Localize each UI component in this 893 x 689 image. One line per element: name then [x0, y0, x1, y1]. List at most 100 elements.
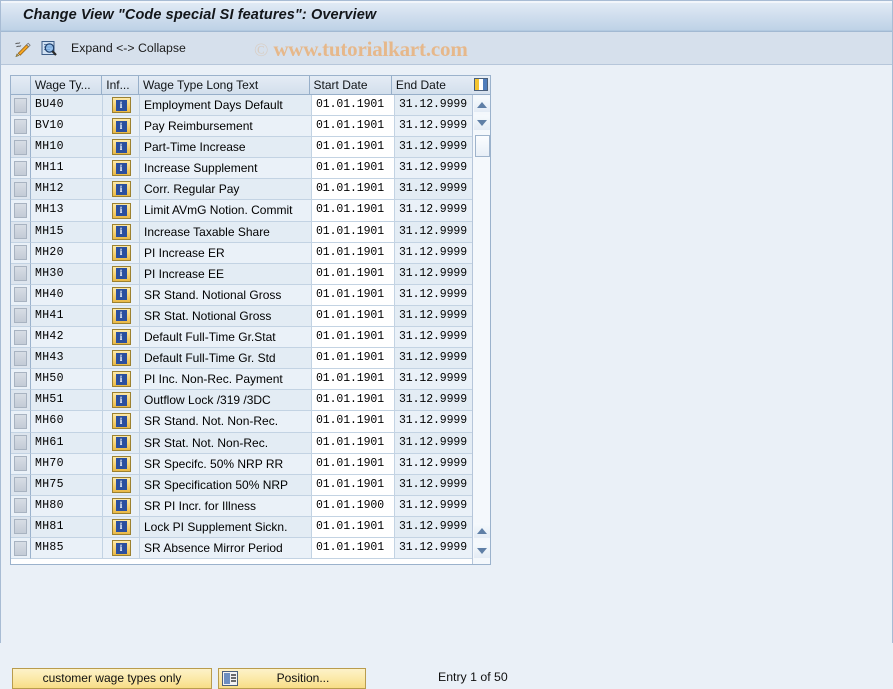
cell-end-date[interactable]: 31.12.9999 — [395, 516, 472, 538]
cell-start-date[interactable]: 01.01.1901 — [312, 348, 395, 370]
table-row[interactable]: MH60 i SR Stand. Not. Non-Rec. 01.01.1901 31… — [11, 411, 472, 433]
row-select-cell[interactable] — [11, 221, 31, 243]
cell-wage-type[interactable]: MH75 — [31, 474, 103, 496]
cell-long-text[interactable]: Limit AVmG Notion. Commit — [140, 200, 312, 222]
scrollbar-thumb[interactable] — [475, 135, 490, 157]
cell-long-text[interactable]: Increase Supplement — [140, 158, 312, 180]
column-header-long-text[interactable]: Wage Type Long Text — [138, 76, 310, 95]
info-icon[interactable]: i — [111, 244, 131, 261]
table-row[interactable]: MH75 i SR Specification 50% NRP 01.01.1901 3… — [11, 474, 472, 496]
table-row[interactable]: MH70 i SR Specifc. 50% NRP RR 01.01.1901 31.… — [11, 453, 472, 475]
table-row[interactable]: MH43 i Default Full-Time Gr. Std 01.01.1901… — [11, 348, 472, 370]
cell-wage-type[interactable]: MH13 — [31, 200, 103, 222]
row-select-cell[interactable] — [11, 453, 31, 475]
info-icon[interactable]: i — [111, 139, 131, 156]
table-row[interactable]: BU40 i Employment Days Default 01.01.1901 31… — [11, 95, 472, 117]
cell-wage-type[interactable]: MH40 — [31, 284, 103, 306]
cell-start-date[interactable]: 01.01.1901 — [312, 158, 395, 180]
info-icon[interactable]: i — [111, 540, 131, 557]
info-icon[interactable]: i — [111, 455, 131, 472]
info-icon[interactable]: i — [111, 350, 131, 367]
row-select-cell[interactable] — [11, 348, 31, 370]
cell-end-date[interactable]: 31.12.9999 — [395, 221, 472, 243]
row-select-cell[interactable] — [11, 474, 31, 496]
row-select-cell[interactable] — [11, 200, 31, 222]
row-select-cell[interactable] — [11, 432, 31, 454]
table-row[interactable]: MH10 i Part-Time Increase 01.01.1901 31.12.9… — [11, 137, 472, 159]
info-icon[interactable]: i — [111, 160, 131, 177]
table-row[interactable]: MH40 i SR Stand. Notional Gross 01.01.1901 3… — [11, 284, 472, 306]
scroll-page-down-arrow-icon[interactable] — [474, 543, 490, 558]
cell-start-date[interactable]: 01.01.1901 — [312, 411, 395, 433]
table-row[interactable]: MH30 i PI Increase EE 01.01.1901 31.12.9999 — [11, 263, 472, 285]
cell-wage-type[interactable]: MH11 — [31, 158, 103, 180]
cell-start-date[interactable]: 01.01.1901 — [312, 474, 395, 496]
cell-wage-type[interactable]: MH12 — [31, 179, 103, 201]
cell-start-date[interactable]: 01.01.1901 — [312, 390, 395, 412]
cell-start-date[interactable]: 01.01.1901 — [312, 453, 395, 475]
cell-start-date[interactable]: 01.01.1901 — [312, 137, 395, 159]
scroll-up-arrow-icon[interactable] — [474, 97, 490, 112]
table-row[interactable]: BV10 i Pay Reimbursement 01.01.1901 31.12.99… — [11, 116, 472, 138]
table-vertical-scrollbar[interactable] — [472, 95, 490, 564]
position-button[interactable]: Position... — [218, 668, 366, 689]
table-row[interactable]: MH51 i Outflow Lock /319 /3DC 01.01.1901 31.… — [11, 390, 472, 412]
info-icon[interactable]: i — [111, 181, 131, 198]
info-icon[interactable]: i — [111, 118, 131, 135]
info-icon[interactable]: i — [111, 97, 131, 114]
table-row[interactable]: MH12 i Corr. Regular Pay 01.01.1901 31.12.99… — [11, 179, 472, 201]
info-icon[interactable]: i — [111, 371, 131, 388]
table-row[interactable]: MH85 i SR Absence Mirror Period 01.01.1901 3… — [11, 537, 472, 560]
table-row[interactable]: MH20 i PI Increase ER 01.01.1901 31.12.9999 — [11, 242, 472, 264]
cell-wage-type[interactable]: MH30 — [31, 263, 103, 285]
cell-wage-type[interactable]: MH51 — [31, 390, 103, 412]
table-row[interactable]: MH15 i Increase Taxable Share 01.01.1901 31.… — [11, 221, 472, 243]
row-select-cell[interactable] — [11, 158, 31, 180]
info-icon[interactable]: i — [111, 476, 131, 493]
cell-wage-type[interactable]: MH81 — [31, 516, 103, 538]
cell-long-text[interactable]: SR Stand. Not. Non-Rec. — [140, 411, 312, 433]
cell-end-date[interactable]: 31.12.9999 — [395, 137, 472, 159]
row-select-cell[interactable] — [11, 537, 31, 560]
cell-long-text[interactable]: Default Full-Time Gr.Stat — [140, 327, 312, 349]
cell-wage-type[interactable]: MH20 — [31, 242, 103, 264]
info-icon[interactable]: i — [111, 413, 131, 430]
cell-start-date[interactable]: 01.01.1901 — [312, 242, 395, 264]
cell-end-date[interactable]: 31.12.9999 — [395, 200, 472, 222]
customer-wage-types-only-button[interactable]: customer wage types only — [12, 668, 212, 689]
search-document-icon[interactable] — [39, 39, 59, 58]
table-row[interactable]: MH81 i Lock PI Supplement Sickn. 01.01.1901… — [11, 516, 472, 538]
table-row[interactable]: MH11 i Increase Supplement 01.01.1901 31.12.… — [11, 158, 472, 180]
cell-start-date[interactable]: 01.01.1901 — [312, 179, 395, 201]
cell-start-date[interactable]: 01.01.1901 — [312, 327, 395, 349]
edit-pencil-icon[interactable] — [13, 39, 33, 58]
cell-long-text[interactable]: Part-Time Increase — [140, 137, 312, 159]
cell-wage-type[interactable]: MH61 — [31, 432, 103, 454]
column-header-end-date[interactable]: End Date — [391, 76, 473, 95]
cell-long-text[interactable]: PI Inc. Non-Rec. Payment — [140, 369, 312, 391]
cell-end-date[interactable]: 31.12.9999 — [395, 495, 472, 517]
cell-end-date[interactable]: 31.12.9999 — [395, 390, 472, 412]
cell-end-date[interactable]: 31.12.9999 — [395, 348, 472, 370]
table-row[interactable]: MH42 i Default Full-Time Gr.Stat 01.01.1901… — [11, 327, 472, 349]
info-icon[interactable]: i — [111, 497, 131, 514]
cell-end-date[interactable]: 31.12.9999 — [395, 327, 472, 349]
row-select-cell[interactable] — [11, 369, 31, 391]
cell-end-date[interactable]: 31.12.9999 — [395, 284, 472, 306]
cell-long-text[interactable]: SR Stat. Notional Gross — [140, 305, 312, 328]
cell-wage-type[interactable]: BV10 — [31, 116, 103, 138]
info-icon[interactable]: i — [111, 202, 131, 219]
expand-collapse-button[interactable]: Expand <-> Collapse — [71, 41, 186, 55]
cell-end-date[interactable]: 31.12.9999 — [395, 95, 472, 117]
cell-start-date[interactable]: 01.01.1901 — [312, 516, 395, 538]
cell-end-date[interactable]: 31.12.9999 — [395, 263, 472, 285]
cell-end-date[interactable]: 31.12.9999 — [395, 432, 472, 454]
info-icon[interactable]: i — [111, 265, 131, 282]
cell-start-date[interactable]: 01.01.1901 — [312, 537, 395, 560]
table-row[interactable]: MH61 i SR Stat. Not. Non-Rec. 01.01.1901 31.… — [11, 432, 472, 454]
cell-long-text[interactable]: SR PI Incr. for Illness — [140, 495, 312, 517]
cell-start-date[interactable]: 01.01.1901 — [312, 284, 395, 306]
table-row[interactable]: MH50 i PI Inc. Non-Rec. Payment 01.01.1901 3… — [11, 369, 472, 391]
cell-long-text[interactable]: Increase Taxable Share — [140, 221, 312, 243]
cell-start-date[interactable]: 01.01.1901 — [312, 432, 395, 454]
